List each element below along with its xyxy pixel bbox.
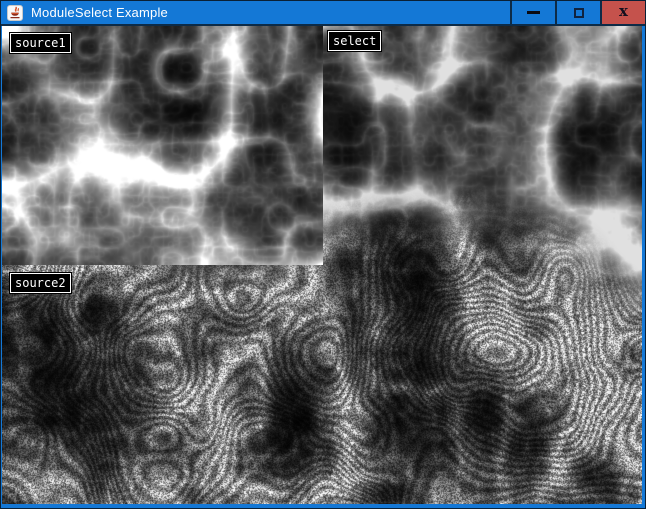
source1-label: source1 bbox=[10, 33, 71, 53]
close-icon: x bbox=[619, 4, 628, 19]
titlebar[interactable]: ModuleSelect Example x bbox=[1, 1, 645, 26]
source2-label: source2 bbox=[10, 273, 71, 293]
java-app-icon bbox=[7, 5, 23, 21]
source1-image bbox=[2, 26, 323, 265]
render-area: source1 select source2 bbox=[2, 26, 642, 504]
window-controls: x bbox=[510, 1, 645, 24]
window-title: ModuleSelect Example bbox=[31, 1, 168, 24]
close-button[interactable]: x bbox=[600, 1, 645, 24]
minimize-button[interactable] bbox=[510, 1, 555, 24]
app-window: ModuleSelect Example x source1 select so… bbox=[0, 0, 646, 509]
maximize-icon bbox=[574, 8, 584, 18]
maximize-button[interactable] bbox=[555, 1, 600, 24]
minimize-icon bbox=[527, 11, 540, 14]
select-label: select bbox=[328, 31, 381, 51]
